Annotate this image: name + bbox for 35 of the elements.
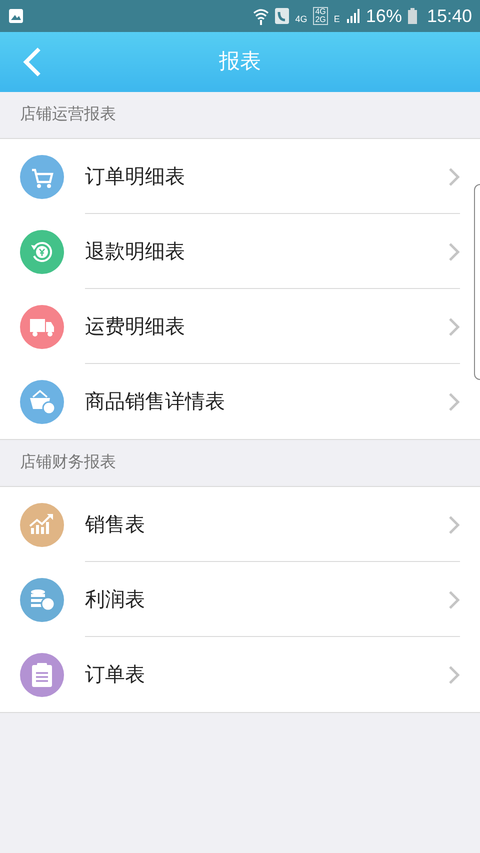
network-label: 4G bbox=[295, 15, 308, 24]
dual-signal-icon: 4G 2G bbox=[313, 7, 328, 25]
report-list-item[interactable]: 运费明细表 bbox=[0, 289, 480, 364]
chevron-right-icon bbox=[448, 514, 460, 534]
page-title: 报表 bbox=[219, 49, 261, 76]
report-list-item[interactable]: 利润表 bbox=[0, 562, 480, 637]
wifi-icon bbox=[253, 7, 270, 25]
battery-percent: 16% bbox=[366, 7, 402, 25]
item-label: 退款明细表 bbox=[85, 240, 186, 264]
chevron-right-icon bbox=[448, 590, 460, 610]
chevron-right-icon bbox=[448, 242, 460, 262]
back-icon bbox=[22, 47, 42, 77]
network-label: E bbox=[334, 15, 340, 24]
chevron-right-icon bbox=[448, 392, 460, 412]
report-list-item[interactable]: 订单明细表 bbox=[0, 139, 480, 214]
item-label: 利润表 bbox=[85, 588, 146, 612]
image-icon bbox=[8, 8, 24, 24]
report-list-item[interactable]: 商品销售详情表 bbox=[0, 364, 480, 439]
item-label: 订单表 bbox=[85, 662, 146, 688]
chevron-right-icon bbox=[448, 316, 460, 336]
section-header: 店铺运营报表 bbox=[20, 104, 116, 125]
item-label: 销售表 bbox=[85, 512, 146, 538]
item-label: 运费明细表 bbox=[85, 314, 186, 340]
clock: 15:40 bbox=[426, 7, 472, 25]
section-header: 店铺财务报表 bbox=[20, 452, 116, 473]
chevron-right-icon bbox=[448, 166, 460, 186]
signal-icon bbox=[346, 9, 360, 23]
report-list-item[interactable]: 销售表 bbox=[0, 487, 480, 562]
battery-icon bbox=[408, 8, 417, 24]
phone-icon bbox=[275, 8, 290, 24]
item-label: 商品销售详情表 bbox=[85, 390, 226, 414]
chevron-right-icon bbox=[448, 664, 460, 684]
report-list-item[interactable]: 退款明细表 bbox=[0, 214, 480, 289]
report-list-item[interactable]: 订单表 bbox=[0, 637, 480, 712]
item-label: 订单明细表 bbox=[85, 164, 186, 190]
